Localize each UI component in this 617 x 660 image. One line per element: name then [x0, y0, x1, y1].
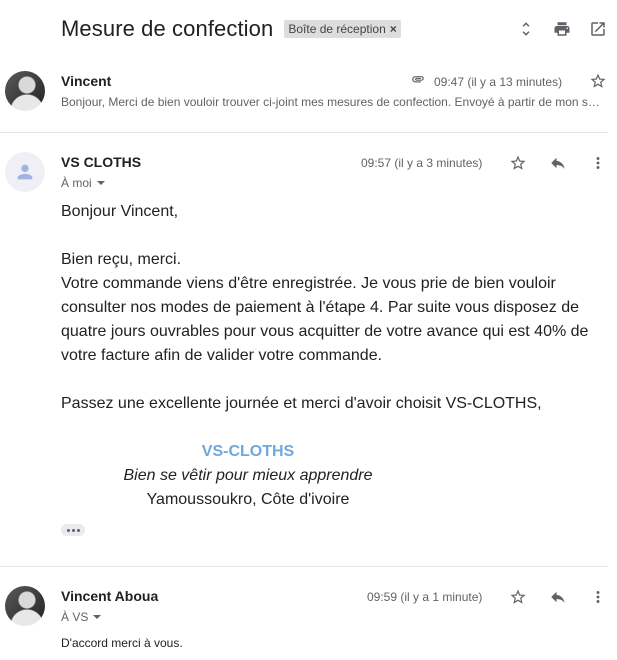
- star-icon[interactable]: [509, 588, 527, 606]
- message-sender[interactable]: Vincent Aboua: [61, 588, 158, 604]
- message-actions: [509, 154, 607, 172]
- more-options-icon[interactable]: [589, 154, 607, 172]
- recipient-label: À VS: [61, 610, 89, 624]
- message-time: 09:57 (il y a 3 minutes): [361, 156, 483, 170]
- body-greeting: Bonjour Vincent,: [61, 203, 179, 220]
- body-paragraph-line: Bien reçu, merci.: [61, 251, 182, 268]
- message-snippet[interactable]: Bonjour, Merci de bien vouloir trouver c…: [61, 95, 607, 109]
- thread-toolbar: [517, 20, 607, 38]
- message-divider: [0, 132, 608, 133]
- message-time: 09:47 (il y a 13 minutes): [434, 75, 563, 89]
- recipient-dropdown[interactable]: À moi: [61, 176, 105, 190]
- recipient-label: À moi: [61, 176, 92, 190]
- body-closing: Passez une excellente journée et merci d…: [61, 395, 542, 412]
- remove-label-button[interactable]: ×: [390, 20, 397, 38]
- more-options-icon[interactable]: [589, 588, 607, 606]
- reply-icon[interactable]: [549, 588, 567, 606]
- message-divider: [0, 566, 608, 567]
- signature-brand: VS-CLOTHS: [201, 443, 295, 460]
- inbox-label-chip[interactable]: Boîte de réception ×: [284, 20, 401, 38]
- email-subject: Mesure de confection: [61, 16, 274, 41]
- email-signature: VS-CLOTHS Bien se vêtir pour mieux appre…: [61, 440, 435, 512]
- dot-icon: [71, 528, 75, 532]
- show-trimmed-content-button[interactable]: [61, 524, 85, 536]
- message-time: 09:59 (il y a 1 minute): [367, 590, 483, 604]
- star-icon[interactable]: [589, 72, 607, 90]
- dot-icon: [76, 528, 80, 532]
- message-sender[interactable]: Vincent: [61, 73, 111, 89]
- chevron-down-icon: [96, 181, 105, 185]
- avatar[interactable]: [5, 586, 45, 626]
- message-actions: [509, 588, 607, 606]
- open-in-new-window-icon[interactable]: [589, 20, 607, 38]
- body-paragraph: Votre commande viens d'être enregistrée.…: [61, 275, 589, 364]
- reply-icon[interactable]: [549, 154, 567, 172]
- avatar[interactable]: [5, 152, 45, 192]
- print-icon[interactable]: [553, 20, 571, 38]
- message-snippet: D'accord merci à vous.: [61, 636, 183, 650]
- expand-collapse-icon[interactable]: [517, 20, 535, 38]
- inbox-label-text: Boîte de réception: [288, 22, 386, 36]
- signature-tagline: Bien se vêtir pour mieux apprendre: [123, 467, 373, 484]
- signature-location: Yamoussoukro, Côte d'ivoire: [146, 491, 350, 508]
- attachment-icon: [409, 72, 427, 86]
- star-icon[interactable]: [509, 154, 527, 172]
- dot-icon: [66, 528, 70, 532]
- recipient-dropdown[interactable]: À VS: [61, 610, 102, 624]
- subject-row: Mesure de confection Boîte de réception …: [61, 16, 401, 42]
- message-sender[interactable]: VS CLOTHS: [61, 154, 141, 170]
- message-body: Bonjour Vincent, Bien reçu, merci. Votre…: [61, 200, 596, 512]
- chevron-down-icon: [93, 615, 102, 619]
- avatar[interactable]: [5, 71, 45, 111]
